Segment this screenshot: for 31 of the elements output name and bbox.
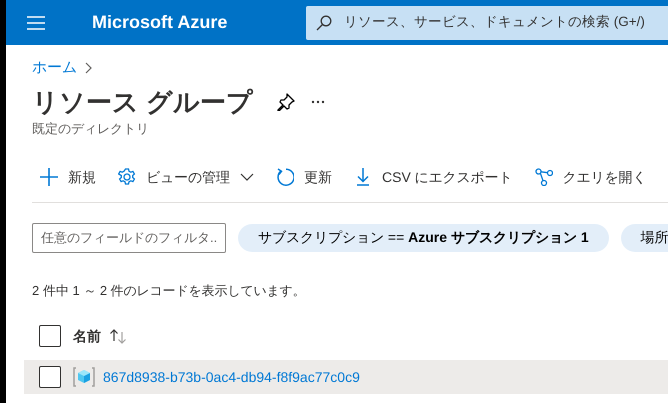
filter-pill[interactable]: サブスクリプション == Azure サブスクリプション 1	[238, 224, 609, 252]
toolbar-button[interactable]: ビューの管理	[118, 166, 254, 188]
chevron-right-icon	[85, 62, 93, 74]
checkbox[interactable]	[39, 325, 61, 348]
add-icon	[40, 168, 58, 186]
cube-icon	[73, 366, 95, 388]
column-header[interactable]: 名前	[73, 326, 101, 347]
search-icon	[316, 14, 332, 30]
toolbar-button[interactable]: 新規	[40, 166, 96, 188]
refresh-icon	[276, 168, 294, 186]
toolbar-button[interactable]: CSV にエクスポート	[354, 166, 513, 188]
table-row[interactable]: 867d8938-b73b-0ac4-db94-f8f9ac77c0c9	[24, 360, 668, 394]
more-icon[interactable]	[311, 100, 326, 104]
resource-link[interactable]: 867d8938-b73b-0ac4-db94-f8f9ac77c0c9	[103, 366, 360, 388]
nodes-icon	[534, 168, 553, 186]
toolbar-button[interactable]: 更新	[276, 166, 332, 188]
toolbar-button[interactable]: クエリを開く	[534, 166, 647, 188]
search-field[interactable]: リソース、サービス、ドキュメントの検索 (G+/)	[306, 6, 668, 40]
checkbox[interactable]	[39, 366, 61, 388]
page-subtitle: 既定のディレクトリ	[32, 120, 150, 138]
pin-icon[interactable]	[277, 93, 296, 112]
app-title: Microsoft Azure	[92, 11, 228, 34]
menu-icon	[27, 16, 45, 30]
download-icon	[354, 168, 372, 186]
record-count: 2 件中 1 ～ 2 件のレコードを表示しています。	[32, 282, 307, 300]
sort-icon[interactable]	[109, 328, 127, 344]
page-title: リソース グループ	[32, 86, 254, 118]
filter-field[interactable]: 任意のフィールドのフィルタ...	[32, 222, 226, 253]
settings-icon	[118, 168, 136, 186]
breadcrumb-link[interactable]: ホーム	[32, 57, 77, 80]
filter-pill[interactable]: 場所	[620, 224, 668, 252]
